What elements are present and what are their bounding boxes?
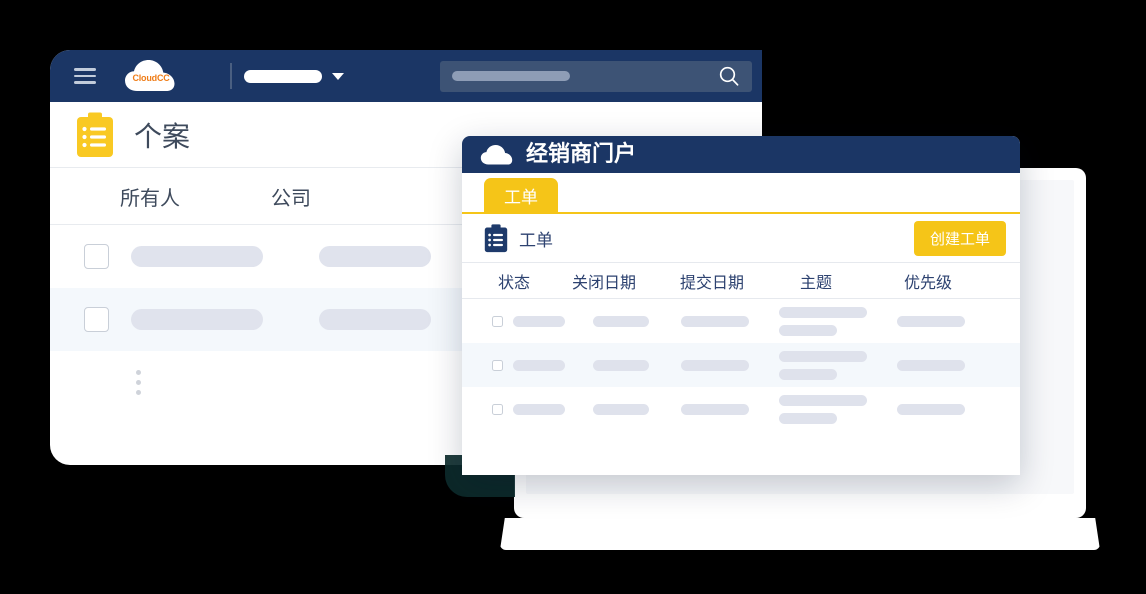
cell-placeholder-submit-date [681, 315, 749, 327]
work-order-section-header: 工单 创建工单 [462, 214, 1020, 262]
cloudcc-logo-text: CloudCC [132, 73, 170, 83]
row-checkbox[interactable] [84, 307, 109, 332]
background-column-header-company[interactable]: 公司 [271, 182, 311, 211]
table-row[interactable] [462, 299, 1020, 343]
cell-placeholder-close-date [593, 403, 649, 415]
hamburger-menu-icon[interactable] [74, 68, 96, 84]
app-header: CloudCC [50, 50, 762, 102]
cell-placeholder-subject [779, 350, 867, 380]
cell-placeholder-submit-date [681, 359, 749, 371]
cloud-icon [480, 144, 513, 164]
work-order-table-header: 状态 关闭日期 提交日期 主题 优先级 [462, 262, 1020, 299]
page-title: 个案 [134, 119, 191, 153]
header-divider [230, 63, 232, 89]
clipboard-icon [77, 112, 113, 157]
cell-placeholder-status [513, 315, 565, 327]
cell-placeholder-priority [897, 403, 965, 415]
more-vertical-icon[interactable] [136, 369, 141, 395]
search-placeholder [452, 71, 570, 81]
row-checkbox[interactable] [492, 403, 503, 415]
column-header-close-date[interactable]: 关闭日期 [572, 269, 680, 293]
dialog-title: 经销商门户 [526, 141, 637, 167]
cell-placeholder-subject [779, 394, 867, 424]
chevron-down-icon [332, 72, 344, 80]
cell-placeholder-company [319, 309, 431, 330]
column-header-status[interactable]: 状态 [498, 269, 572, 293]
create-work-order-button[interactable]: 创建工单 [913, 220, 1006, 256]
row-checkbox[interactable] [492, 315, 503, 327]
background-column-header-owner[interactable]: 所有人 [120, 182, 180, 211]
cell-placeholder-priority [897, 359, 965, 371]
cell-placeholder-owner [131, 246, 263, 267]
search-icon[interactable] [718, 65, 740, 87]
cell-placeholder-priority [897, 315, 965, 327]
dialog-header: 经销商门户 [462, 136, 1020, 173]
cell-placeholder-close-date [593, 315, 649, 327]
clipboard-icon [484, 223, 508, 252]
org-select[interactable] [244, 69, 344, 83]
screenshot-stage: CloudCC 个案 所有人 公司 经销商门户 工单 工单 创建工单 状态 关闭… [0, 0, 1146, 594]
table-row[interactable] [462, 343, 1020, 387]
cloudcc-logo[interactable]: CloudCC [124, 59, 178, 93]
cell-placeholder-company [319, 246, 431, 267]
column-header-submit-date[interactable]: 提交日期 [680, 269, 800, 293]
tab-work-order[interactable]: 工单 [484, 178, 558, 212]
column-header-subject[interactable]: 主题 [800, 269, 904, 293]
cell-placeholder-subject [779, 306, 867, 336]
column-header-priority[interactable]: 优先级 [904, 269, 952, 293]
laptop-base [500, 518, 1100, 550]
cell-placeholder-status [513, 359, 565, 371]
search-input[interactable] [440, 60, 752, 92]
dealer-portal-dialog: 经销商门户 工单 工单 创建工单 状态 关闭日期 提交日期 主题 优先级 [462, 136, 1020, 475]
row-checkbox[interactable] [492, 359, 503, 371]
cell-placeholder-close-date [593, 359, 649, 371]
work-order-section-title: 工单 [519, 230, 553, 251]
org-select-value [244, 69, 322, 83]
cell-placeholder-owner [131, 309, 263, 330]
dialog-tabs: 工单 [462, 173, 1020, 214]
table-row[interactable] [462, 387, 1020, 431]
row-checkbox[interactable] [84, 244, 109, 269]
cell-placeholder-status [513, 403, 565, 415]
cell-placeholder-submit-date [681, 403, 749, 415]
